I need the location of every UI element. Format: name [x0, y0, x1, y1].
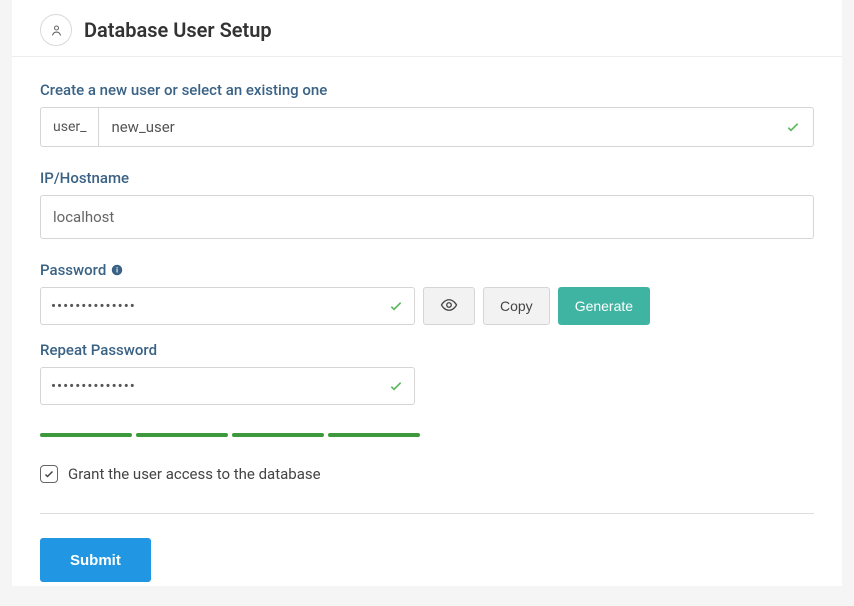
- reveal-password-button[interactable]: [423, 287, 475, 325]
- username-input-wrap: [99, 108, 813, 146]
- hostname-label: IP/Hostname: [40, 169, 814, 187]
- grant-access-checkbox[interactable]: [40, 465, 58, 483]
- repeat-password-label: Repeat Password: [40, 341, 814, 359]
- password-row: Copy Generate: [40, 287, 814, 325]
- svg-text:i: i: [116, 266, 118, 274]
- strength-segment: [40, 433, 132, 437]
- password-input[interactable]: [51, 297, 388, 315]
- check-icon: [388, 298, 404, 314]
- username-input-group: user_: [40, 107, 814, 147]
- username-input[interactable]: [111, 118, 785, 136]
- hostname-input-wrap: [40, 195, 814, 239]
- username-prefix: user_: [41, 108, 99, 146]
- strength-segment: [136, 433, 228, 437]
- repeat-password-field: Repeat Password: [40, 341, 814, 405]
- check-icon: [785, 119, 801, 135]
- user-icon: [40, 14, 72, 46]
- submit-button[interactable]: Submit: [40, 538, 151, 582]
- repeat-password-input[interactable]: [51, 377, 388, 395]
- strength-segment: [232, 433, 324, 437]
- card-body: Create a new user or select an existing …: [12, 57, 842, 606]
- password-label-text: Password: [40, 261, 106, 279]
- hostname-input[interactable]: [53, 208, 801, 226]
- username-field: Create a new user or select an existing …: [40, 81, 814, 147]
- hostname-field: IP/Hostname: [40, 169, 814, 239]
- strength-segment: [328, 433, 420, 437]
- card-header: Database User Setup: [12, 0, 842, 57]
- generate-button[interactable]: Generate: [558, 287, 650, 325]
- username-label: Create a new user or select an existing …: [40, 81, 814, 99]
- repeat-password-input-wrap: [40, 367, 415, 405]
- page-title: Database User Setup: [84, 18, 272, 42]
- eye-icon: [440, 296, 458, 317]
- setup-card: Database User Setup Create a new user or…: [12, 0, 842, 586]
- copy-button[interactable]: Copy: [483, 287, 550, 325]
- grant-access-label: Grant the user access to the database: [68, 465, 321, 483]
- password-strength-meter: [40, 433, 814, 437]
- password-input-wrap: [40, 287, 415, 325]
- password-section: Password i Copy Generate: [40, 261, 814, 437]
- password-label: Password i: [40, 261, 814, 279]
- grant-access-row: Grant the user access to the database: [40, 465, 814, 514]
- info-icon[interactable]: i: [110, 263, 124, 277]
- check-icon: [388, 378, 404, 394]
